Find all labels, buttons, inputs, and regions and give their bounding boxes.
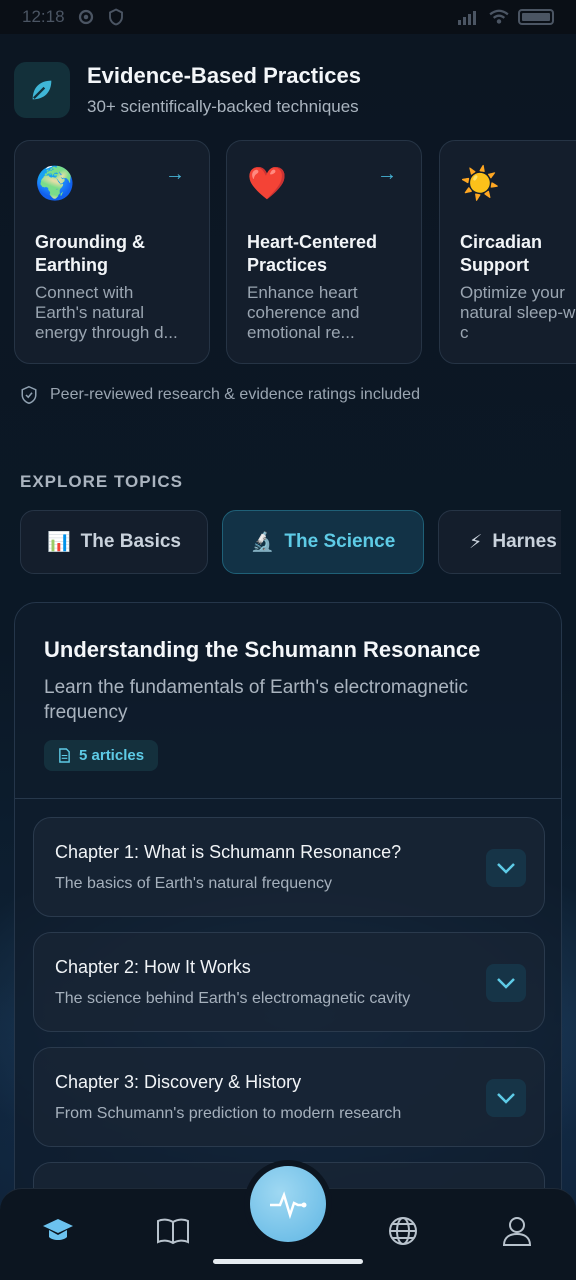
- chart-emoji-icon: 📊: [47, 532, 71, 553]
- tab-the-basics[interactable]: 📊 The Basics: [20, 510, 208, 574]
- topic-tabs[interactable]: 📊 The Basics 🔬 The Science ⚡ Harnes: [20, 510, 561, 574]
- tab-label: The Science: [284, 531, 396, 552]
- topic-panel: Understanding the Schumann Resonance Lea…: [14, 602, 562, 1242]
- chapter-title: Chapter 1: What is Schumann Resonance?: [55, 842, 402, 862]
- shield-status-icon: [108, 8, 123, 26]
- pulse-button[interactable]: [244, 1160, 332, 1248]
- card-description: Connect with Earth's natural energy thro…: [35, 283, 178, 342]
- shield-check-icon: [21, 385, 37, 405]
- chapter-2[interactable]: Chapter 2: How It Works The science behi…: [33, 932, 545, 1032]
- status-bar: 12:18: [0, 0, 576, 34]
- sun-emoji-icon: ☀️: [460, 165, 500, 201]
- chapter-1[interactable]: Chapter 1: What is Schumann Resonance? T…: [33, 817, 545, 917]
- arrow-right-icon[interactable]: →: [165, 163, 185, 186]
- topic-title: Understanding the Schumann Resonance: [44, 637, 481, 662]
- peer-review-note: Peer-reviewed research & evidence rating…: [20, 385, 420, 405]
- page-subtitle: 30+ scientifically-backed techniques: [87, 97, 359, 116]
- articles-count: 5 articles: [79, 747, 145, 764]
- card-title: Circadian Support: [460, 232, 543, 275]
- card-title: Heart-Centered Practices: [247, 232, 378, 275]
- chapter-title: Chapter 3: Discovery & History: [55, 1072, 302, 1092]
- chapter-title: Chapter 2: How It Works: [55, 957, 251, 977]
- chevron-down-icon[interactable]: [486, 1079, 526, 1117]
- settings-icon: [78, 9, 93, 25]
- book-icon[interactable]: [153, 1211, 193, 1251]
- practice-card-heart[interactable]: ❤️ → Heart-Centered Practices Enhance he…: [226, 140, 422, 364]
- practice-cards-carousel[interactable]: 🌍 → Grounding & Earthing Connect with Ea…: [14, 140, 576, 364]
- tab-harness[interactable]: ⚡ Harnes: [438, 510, 561, 574]
- peer-review-text: Peer-reviewed research & evidence rating…: [50, 386, 420, 403]
- chevron-down-icon[interactable]: [486, 849, 526, 887]
- page-title: Evidence-Based Practices: [87, 63, 361, 88]
- divider: [15, 798, 561, 799]
- card-description: Optimize your natural sleep-wake c: [460, 283, 576, 342]
- document-icon: [59, 748, 70, 763]
- tab-the-science[interactable]: 🔬 The Science: [222, 510, 424, 574]
- globe-icon[interactable]: [383, 1211, 423, 1251]
- chapter-subtitle: The basics of Earth's natural frequency: [55, 875, 332, 892]
- chapter-subtitle: From Schumann's prediction to modern res…: [55, 1105, 402, 1122]
- chapter-subtitle: The science behind Earth's electromagnet…: [55, 990, 411, 1007]
- articles-badge: 5 articles: [44, 740, 159, 771]
- status-time: 12:18: [22, 7, 65, 26]
- tab-label: Harnes: [492, 531, 557, 552]
- practice-card-circadian[interactable]: ☀️ Circadian Support Optimize your natur…: [439, 140, 576, 364]
- chevron-down-icon[interactable]: [486, 964, 526, 1002]
- pulse-icon: [250, 1166, 326, 1242]
- microscope-emoji-icon: 🔬: [250, 532, 275, 553]
- learn-icon[interactable]: [38, 1211, 78, 1251]
- card-title: Grounding & Earthing: [35, 232, 145, 275]
- signal-icon: [458, 11, 476, 25]
- profile-icon[interactable]: [497, 1211, 537, 1251]
- wifi-icon: [489, 9, 509, 24]
- home-indicator: [213, 1259, 363, 1264]
- chapter-3[interactable]: Chapter 3: Discovery & History From Schu…: [33, 1047, 545, 1147]
- page-header: Evidence-Based Practices 30+ scientifica…: [14, 60, 562, 120]
- explore-topics-heading: EXPLORE TOPICS: [20, 472, 183, 491]
- leaf-icon: [14, 62, 70, 118]
- practice-card-grounding[interactable]: 🌍 → Grounding & Earthing Connect with Ea…: [14, 140, 210, 364]
- tab-label: The Basics: [80, 531, 181, 552]
- lightning-emoji-icon: ⚡: [469, 531, 483, 553]
- card-description: Enhance heart coherence and emotional re…: [247, 283, 360, 342]
- topic-subtitle: Learn the fundamentals of Earth's electr…: [44, 677, 468, 723]
- battery-icon: [518, 9, 554, 25]
- arrow-right-icon[interactable]: →: [377, 163, 397, 186]
